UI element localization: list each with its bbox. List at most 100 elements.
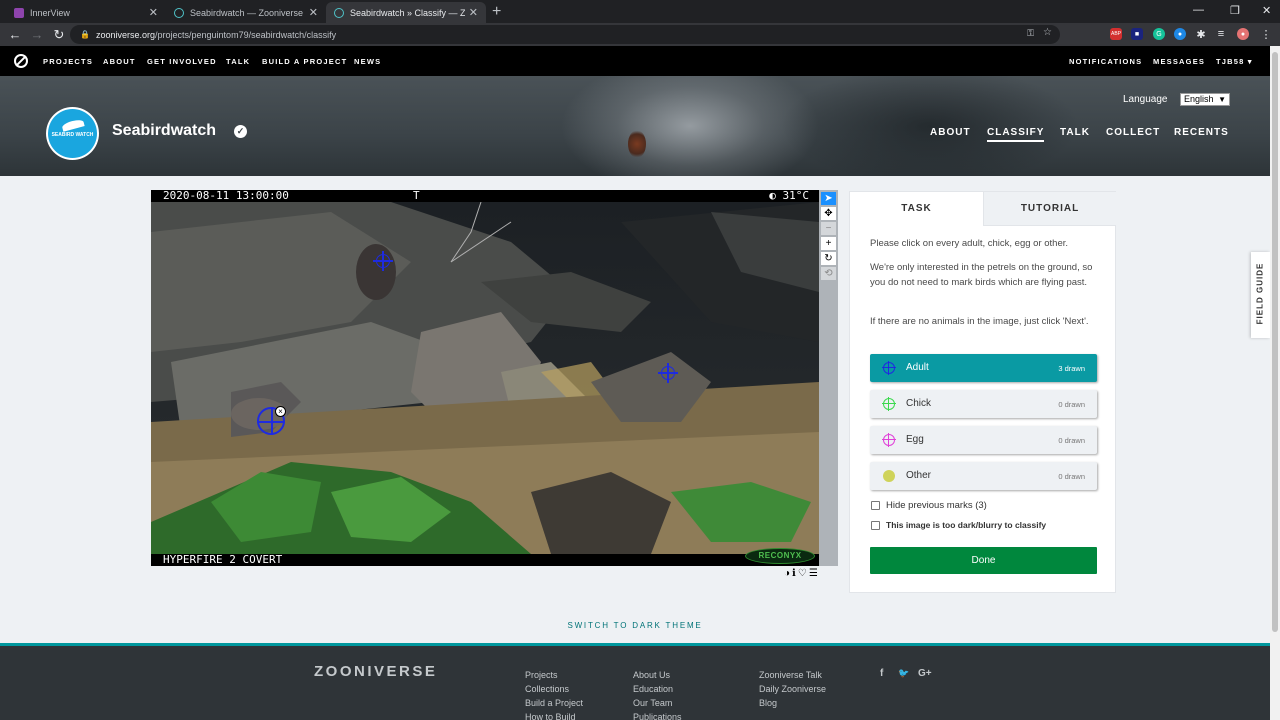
star-icon[interactable]: ☆ <box>1043 27 1052 38</box>
subject-actions: ◑ℹ♡☰ <box>784 568 820 579</box>
camera-model-bar: HYPERFIRE 2 COVERT <box>151 554 819 566</box>
innerview-favicon-icon <box>14 7 24 18</box>
header-background-shadow <box>780 76 1080 176</box>
close-tab-icon[interactable]: ✕ <box>469 6 478 19</box>
adult-mark[interactable] <box>658 363 678 383</box>
subject-image[interactable]: 2020-08-11 13:00:00 T ◐ 31°C × HYPERFIRE… <box>151 190 819 566</box>
scrollbar-thumb[interactable] <box>1272 52 1278 632</box>
key-icon[interactable]: ⚿ <box>1027 28 1034 39</box>
task-panel: TASK TUTORIAL Please click on every adul… <box>849 191 1116 593</box>
tab-title: InnerView <box>30 7 70 18</box>
checkbox-icon[interactable] <box>871 520 880 530</box>
tool-adult-button[interactable]: Adult 3 drawn <box>870 354 1097 382</box>
google-plus-icon[interactable]: G+ <box>918 668 932 679</box>
close-tab-icon[interactable]: ✕ <box>309 6 318 19</box>
nav-about[interactable]: ABOUT <box>103 57 136 66</box>
zooniverse-logo-icon[interactable] <box>14 54 28 68</box>
pan-tool-icon[interactable]: ✥ <box>821 207 836 220</box>
extension-blue-icon[interactable]: ■ <box>1131 28 1143 40</box>
grammarly-icon[interactable]: G <box>1153 28 1165 40</box>
restore-icon[interactable]: ❐ <box>1230 4 1240 17</box>
minimize-icon[interactable]: — <box>1193 4 1204 16</box>
facebook-icon[interactable]: f <box>880 668 883 679</box>
rotate-icon[interactable]: ↻ <box>821 252 836 265</box>
project-nav-collect[interactable]: COLLECT <box>1106 127 1160 138</box>
chrome-menu-icon[interactable]: ⋮ <box>1260 28 1272 41</box>
delete-mark-icon[interactable]: × <box>275 406 286 417</box>
task-instruction: We're only interested in the petrels on … <box>870 262 1093 288</box>
nav-build-a-project[interactable]: BUILD A PROJECT <box>262 57 347 66</box>
nav-projects[interactable]: PROJECTS <box>43 57 93 66</box>
address-bar[interactable]: 🔒 zooniverse.org/projects/penguintom79/s… <box>70 25 1060 44</box>
browser-tab-classify[interactable]: Seabirdwatch » Classify — Zooni ✕ <box>326 2 486 23</box>
back-icon[interactable]: ← <box>4 27 26 42</box>
browser-tab-bar: InnerView ✕ Seabirdwatch — Zooniverse ✕ … <box>0 0 1280 23</box>
switch-theme-link[interactable]: SWITCH TO DARK THEME <box>0 621 1270 630</box>
twitter-icon[interactable]: 🐦 <box>898 668 909 679</box>
footer-link[interactable]: Education <box>633 684 673 694</box>
invert-colors-icon[interactable]: ◑ <box>784 568 792 579</box>
reset-icon[interactable]: ⟲ <box>821 267 836 280</box>
url-host: zooniverse.org <box>95 29 156 40</box>
page-scrollbar[interactable] <box>1270 46 1280 720</box>
forward-icon[interactable]: → <box>26 27 48 42</box>
browser-tab-seabirdwatch[interactable]: Seabirdwatch — Zooniverse ✕ <box>166 2 326 23</box>
field-guide-tab[interactable]: FIELD GUIDE <box>1251 252 1270 338</box>
zoom-out-icon[interactable]: − <box>821 222 836 235</box>
new-tab-icon[interactable]: + <box>492 3 501 21</box>
pointer-tool-icon[interactable]: ➤ <box>821 192 836 205</box>
hide-previous-marks-checkbox[interactable]: Hide previous marks (3) <box>871 500 987 511</box>
adult-mark[interactable] <box>373 251 393 271</box>
footer-link[interactable]: Build a Project <box>525 698 583 708</box>
nav-notifications[interactable]: NOTIFICATIONS <box>1069 57 1142 66</box>
footer-link[interactable]: Blog <box>759 698 777 708</box>
footer-link[interactable]: Projects <box>525 670 558 680</box>
project-nav-recents[interactable]: RECENTS <box>1174 127 1229 138</box>
tool-chick-button[interactable]: Chick 0 drawn <box>870 390 1097 418</box>
extension-green-icon[interactable]: ● <box>1174 28 1186 40</box>
footer-logo[interactable]: ZOONIVERSE <box>314 663 437 680</box>
project-nav-talk[interactable]: TALK <box>1060 127 1090 138</box>
task-instruction: If there are no animals in the image, ju… <box>870 316 1089 327</box>
language-select[interactable]: English ▼ <box>1180 93 1230 106</box>
project-nav-classify[interactable]: CLASSIFY <box>987 127 1045 142</box>
close-tab-icon[interactable]: ✕ <box>149 6 158 19</box>
project-avatar[interactable]: SEABIRD WATCH <box>46 107 99 160</box>
nav-messages[interactable]: MESSAGES <box>1153 57 1205 66</box>
nav-news[interactable]: NEWS <box>354 57 381 66</box>
done-button[interactable]: Done <box>870 547 1097 574</box>
user-menu[interactable]: TJB58 ▾ <box>1216 57 1253 66</box>
reading-list-icon[interactable]: ≡ <box>1215 28 1227 40</box>
project-nav-about[interactable]: ABOUT <box>930 127 971 138</box>
profile-avatar-icon[interactable]: ● <box>1237 28 1249 40</box>
footer-link[interactable]: Publications <box>633 712 682 720</box>
browser-tab-innerview[interactable]: InnerView ✕ <box>6 2 166 23</box>
footer-link[interactable]: How to Build <box>525 712 576 720</box>
close-window-icon[interactable]: ✕ <box>1262 4 1271 17</box>
extensions-puzzle-icon[interactable]: ✱ <box>1195 28 1207 41</box>
project-title[interactable]: Seabirdwatch <box>112 122 216 140</box>
footer-link[interactable]: Collections <box>525 684 569 694</box>
reload-icon[interactable]: ↻ <box>48 27 70 43</box>
too-dark-checkbox[interactable]: This image is too dark/blurry to classif… <box>871 520 1046 530</box>
footer-link[interactable]: Daily Zooniverse <box>759 684 826 694</box>
footer-link[interactable]: Our Team <box>633 698 672 708</box>
footer-link[interactable]: Zooniverse Talk <box>759 670 822 680</box>
tool-count: 0 drawn <box>1058 400 1085 409</box>
crosshair-icon <box>882 361 896 375</box>
collect-list-icon[interactable]: ☰ <box>809 568 820 579</box>
tool-other-button[interactable]: Other 0 drawn <box>870 462 1097 490</box>
avatar-text: SEABIRD WATCH <box>51 132 94 138</box>
nav-get-involved[interactable]: GET INVOLVED <box>147 57 217 66</box>
zoom-in-icon[interactable]: + <box>821 237 836 250</box>
abp-icon[interactable]: ABP <box>1110 28 1122 40</box>
footer-link[interactable]: About Us <box>633 670 670 680</box>
nav-talk[interactable]: TALK <box>226 57 250 66</box>
tab-task[interactable]: TASK <box>850 192 983 226</box>
checkbox-icon[interactable] <box>871 501 880 510</box>
tool-egg-button[interactable]: Egg 0 drawn <box>870 426 1097 454</box>
tab-tutorial[interactable]: TUTORIAL <box>983 192 1116 226</box>
tool-count: 0 drawn <box>1058 472 1085 481</box>
favorite-heart-icon[interactable]: ♡ <box>798 568 809 579</box>
lock-icon: 🔒 <box>80 30 90 39</box>
